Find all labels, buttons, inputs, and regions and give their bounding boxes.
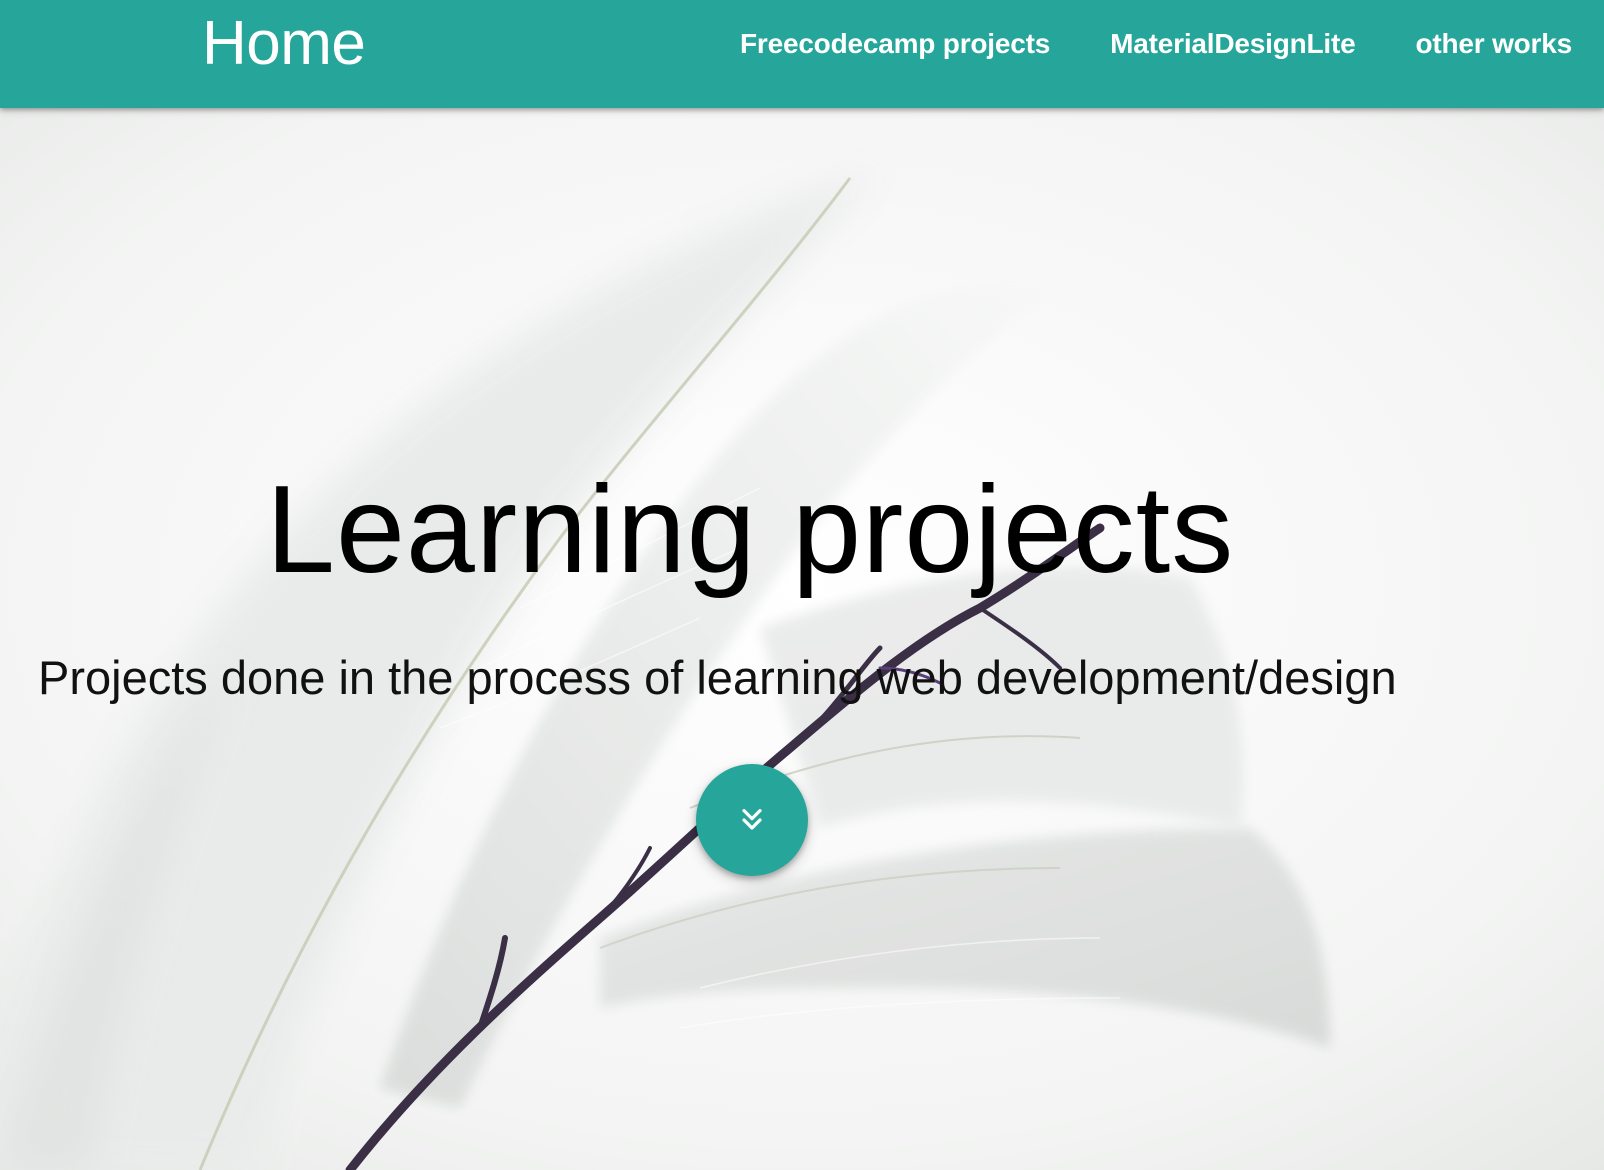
double-chevron-down-icon <box>742 809 762 830</box>
nav-link-freecodecamp-projects[interactable]: Freecodecamp projects <box>740 28 1050 60</box>
nav-link-materialdesignlite[interactable]: MaterialDesignLite <box>1110 28 1356 60</box>
hero-subtitle: Projects done in the process of learning… <box>38 651 1397 704</box>
hero-section: Learning projects Projects done in the p… <box>0 108 1604 1170</box>
scroll-down-button[interactable] <box>696 764 808 876</box>
page: Home Freecodecamp projects MaterialDesig… <box>0 0 1604 1170</box>
top-app-bar: Home Freecodecamp projects MaterialDesig… <box>0 0 1604 108</box>
feather-background-image <box>0 108 1604 1170</box>
nav-link-other-works[interactable]: other works <box>1415 28 1572 60</box>
home-link[interactable]: Home <box>202 8 366 80</box>
main-nav: Freecodecamp projects MaterialDesignLite… <box>740 0 1572 88</box>
hero-title: Learning projects <box>266 461 1235 599</box>
